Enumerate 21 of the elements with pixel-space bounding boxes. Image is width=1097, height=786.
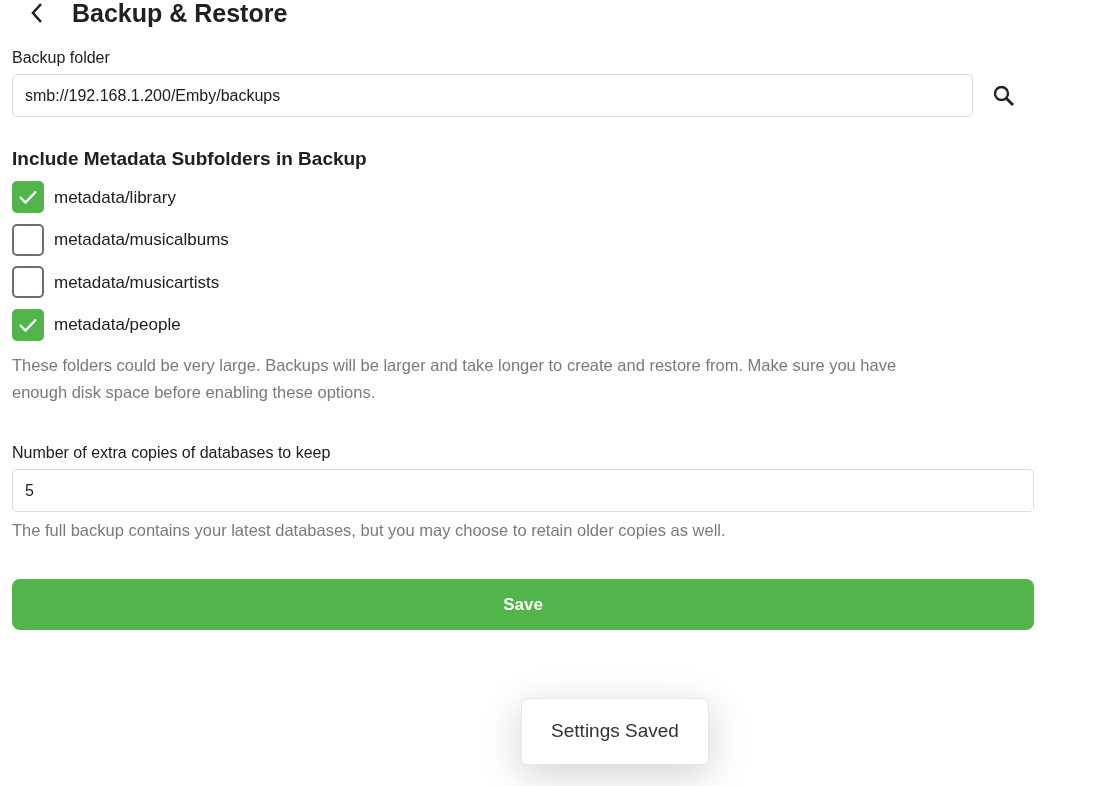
field-label: Backup folder: [12, 48, 111, 68]
option-label: metadata/musicalbums: [54, 229, 229, 251]
section-heading: Include Metadata Subfolders in Backup: [12, 147, 368, 171]
page-title: Backup & Restore: [72, 0, 288, 28]
option-label: metadata/library: [54, 186, 176, 209]
checkbox[interactable]: [12, 223, 44, 256]
toast: Settings Saved: [521, 698, 709, 765]
search-icon: [992, 83, 1016, 108]
help-text: These folders could be very large. Backups will be larger and take longer to create and restore from. Make sure you have enough disk space before enabling these options.: [12, 355, 898, 403]
back-icon: [30, 2, 44, 24]
checkbox[interactable]: [12, 266, 44, 299]
backup-folder-field[interactable]: smb://192.168.1.200/Emby/backups: [12, 74, 973, 117]
check-icon: [18, 316, 38, 333]
check-icon: [18, 189, 38, 206]
checkbox[interactable]: [12, 181, 44, 214]
option-label: metadata/musicartists: [54, 271, 220, 294]
option-label: metadata/people: [54, 314, 181, 336]
copies-field[interactable]: 5: [12, 469, 1034, 512]
help-text: The full backup contains your latest databases, but you may choose to retain older copies as well.: [12, 520, 727, 541]
field-label: Number of extra copies of databases to keep: [12, 443, 332, 463]
checkbox[interactable]: [12, 308, 44, 341]
